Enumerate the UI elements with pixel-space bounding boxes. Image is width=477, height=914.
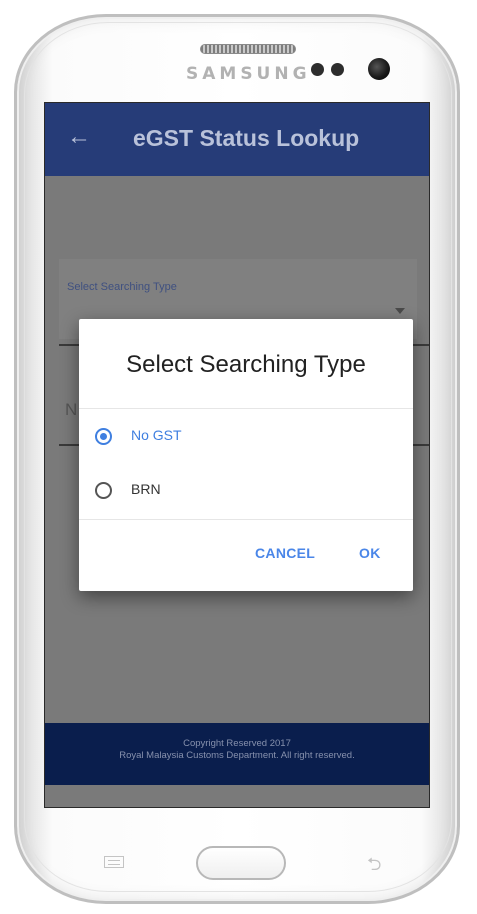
arrow-left-icon[interactable]: ← [67,123,95,151]
back-key-icon[interactable]: ⮌ [367,852,381,882]
option-label: BRN [131,481,161,497]
app-bar: ← eGST Status Lookup [45,103,429,176]
divider [79,408,413,409]
dialog-title: Select Searching Type [126,351,366,378]
brand-logo: SAMSUNG [186,64,311,84]
footer-copyright: Copyright Reserved 2017 [183,738,291,749]
search-type-label: Select Searching Type [67,281,177,293]
chevron-down-icon[interactable] [395,308,405,314]
proximity-sensor [311,63,324,76]
select-type-dialog: Select Searching Type No GST BRN CANCEL … [79,319,413,591]
light-sensor [331,63,344,76]
home-button[interactable] [196,846,286,880]
option-no-gst[interactable]: No GST [79,413,413,461]
cancel-button[interactable]: CANCEL [255,545,315,561]
earpiece-speaker [200,44,296,54]
front-camera [368,58,390,80]
menu-key-icon[interactable] [104,856,124,868]
app-title: eGST Status Lookup [133,125,360,151]
option-brn[interactable]: BRN [79,467,413,515]
ok-button[interactable]: OK [359,545,381,561]
option-label: No GST [131,427,182,443]
footer-department: Royal Malaysia Customs Department. All r… [119,750,355,761]
search-input[interactable]: N [65,400,77,420]
app-screen: ← eGST Status Lookup Select Searching Ty… [44,102,430,808]
phone-mockup: SAMSUNG ← eGST Status Lookup Select Sear… [0,0,477,914]
divider [79,519,413,520]
radio-checked-icon[interactable] [95,428,112,445]
radio-dot [100,433,107,440]
radio-unchecked-icon[interactable] [95,482,112,499]
footer: Copyright Reserved 2017 Royal Malaysia C… [45,723,429,785]
